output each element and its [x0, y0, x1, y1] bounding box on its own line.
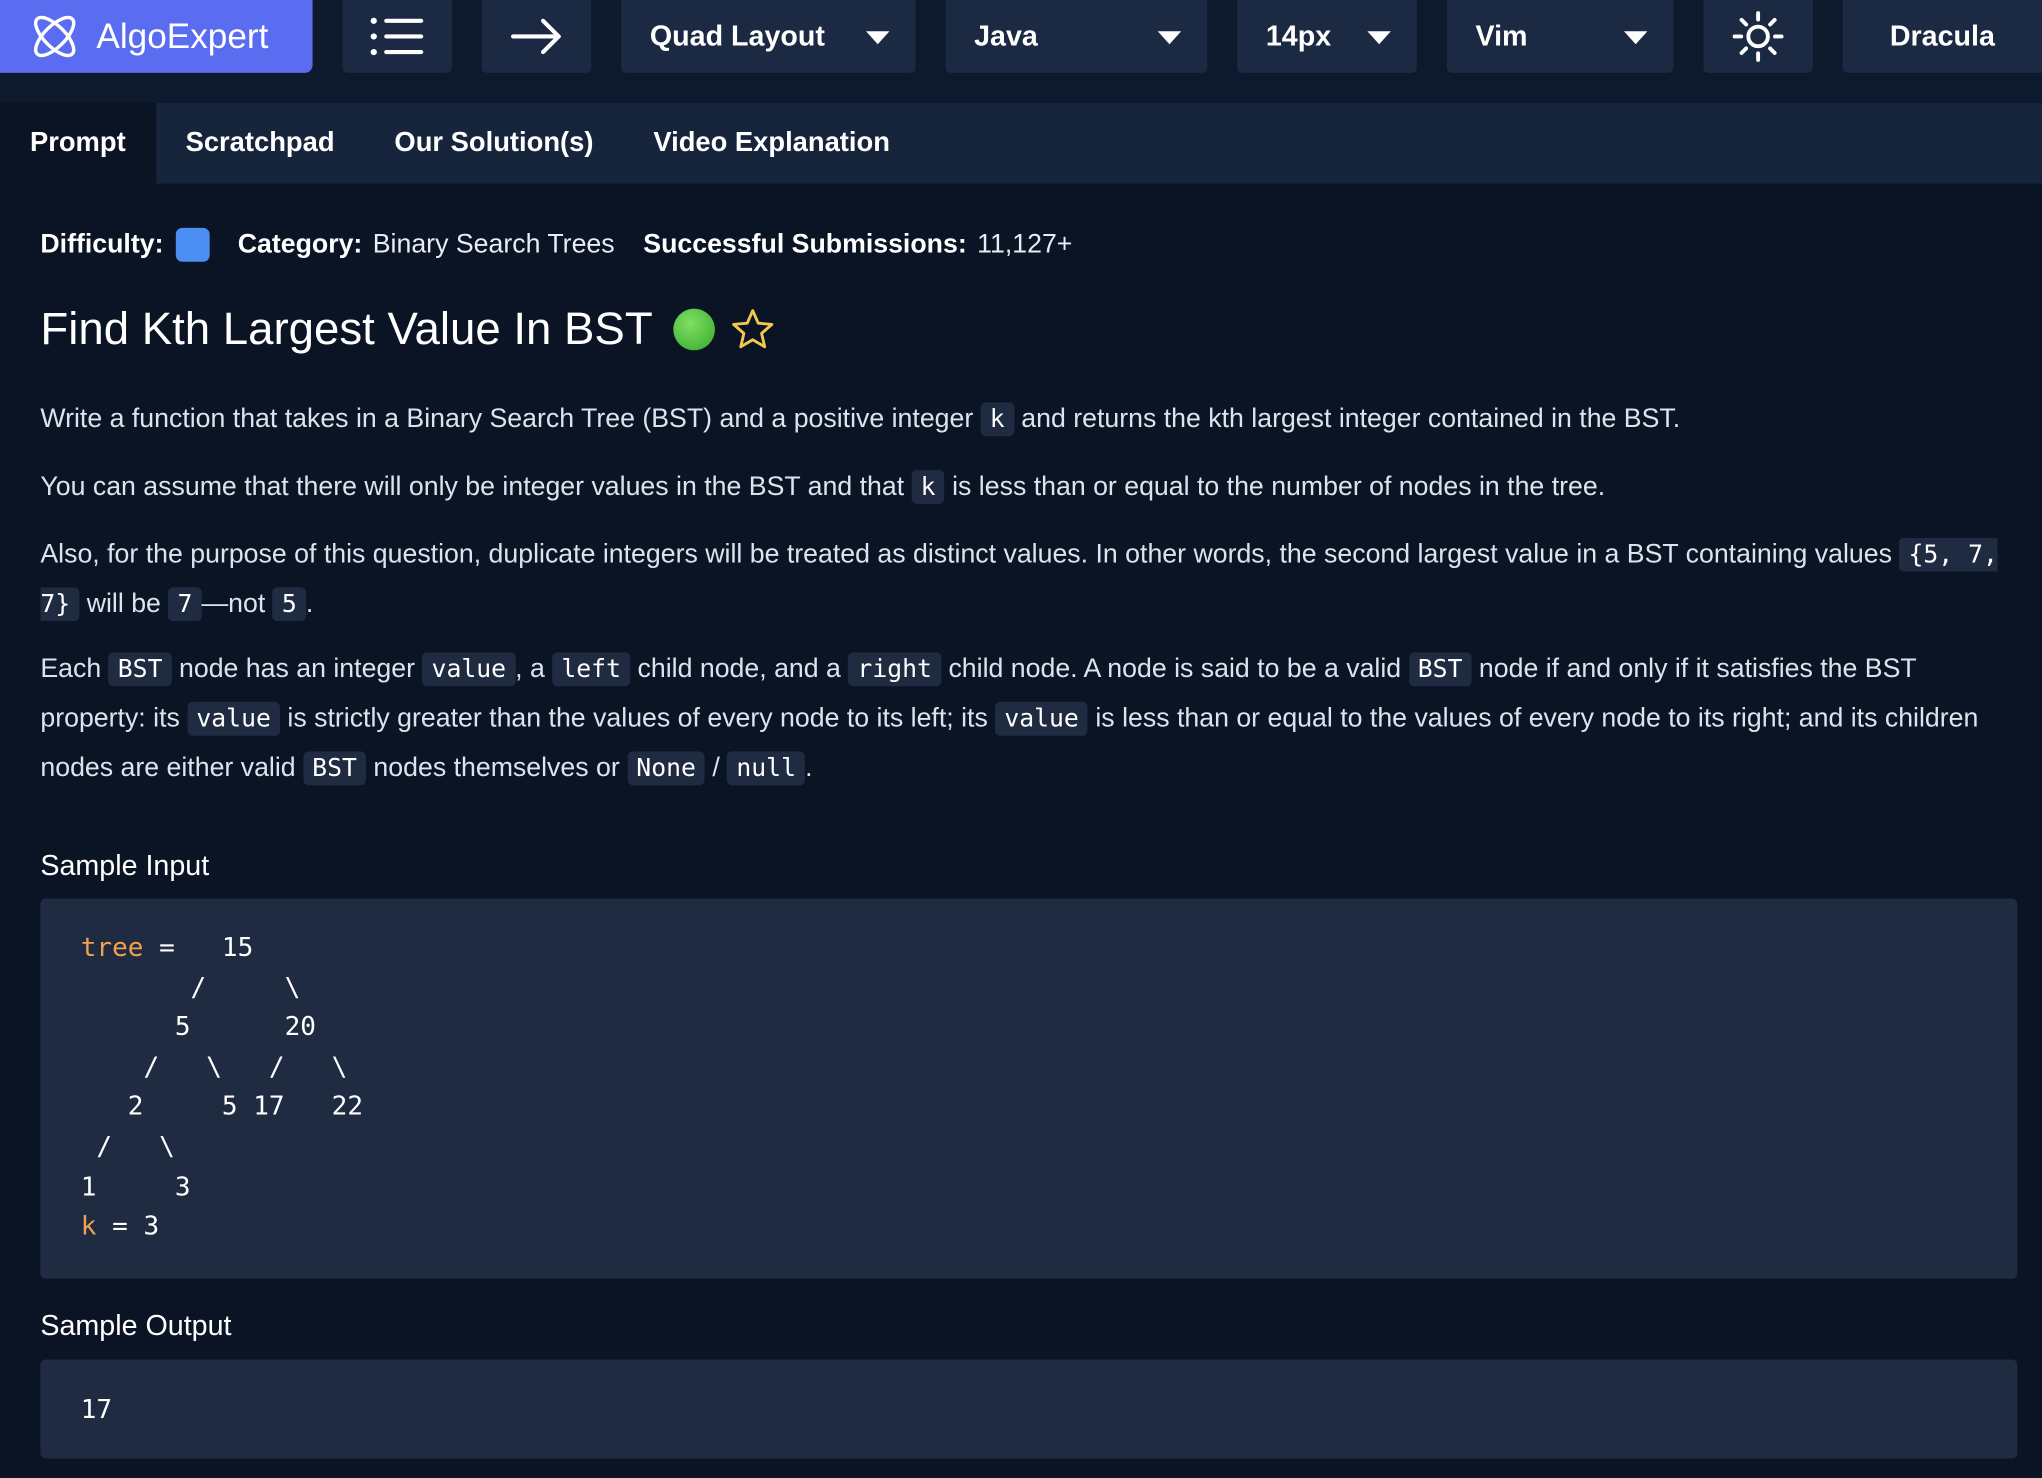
sample-input-heading: Sample Input: [40, 849, 210, 882]
code-line: 2 5 17 22: [80, 1090, 364, 1122]
difficulty-label: Difficulty:: [40, 229, 164, 260]
code-line: / \ / \: [80, 1050, 348, 1082]
keymap-select[interactable]: Vim: [1446, 0, 1674, 73]
text: and returns the kth largest integer cont…: [1013, 403, 1681, 434]
tab-video-explanation[interactable]: Video Explanation: [623, 103, 919, 184]
text: nodes themselves or: [366, 752, 628, 783]
inline-code: k: [911, 470, 945, 504]
algoexpert-logo-icon: [34, 15, 76, 58]
inline-code: left: [552, 652, 631, 687]
tree-variable: tree: [80, 931, 144, 963]
inline-code: BST: [108, 652, 172, 687]
title-row: Find Kth Largest Value In BST: [40, 303, 775, 355]
code-line: / \: [80, 970, 301, 1003]
tab-our-solutions[interactable]: Our Solution(s): [364, 103, 623, 184]
text: is less than or equal to the number of n…: [944, 471, 1606, 502]
chevron-down-icon: [1623, 31, 1648, 45]
text: .: [305, 588, 314, 619]
text: /: [705, 752, 728, 783]
text: child node. A node is said to be a valid: [941, 653, 1409, 684]
completion-status-icon: [673, 308, 716, 351]
sample-output-code: 17: [40, 1359, 2018, 1459]
text: Write a function that takes in a Binary …: [40, 403, 981, 434]
layout-select[interactable]: Quad Layout: [621, 0, 916, 73]
next-question-button[interactable]: [481, 0, 592, 73]
text: Also, for the purpose of this question, …: [40, 539, 1900, 570]
top-toolbar: AlgoExpert Quad Layout Java 14px Vim Dra…: [0, 0, 2042, 103]
text: child node, and a: [630, 653, 849, 684]
chevron-down-icon: [866, 31, 890, 45]
inline-code: value: [422, 652, 516, 687]
theme-toggle-button[interactable]: [1703, 0, 1813, 73]
chevron-down-icon: [1367, 31, 1391, 45]
keymap-select-value: Vim: [1475, 19, 1528, 53]
text: You can assume that there will only be i…: [40, 471, 912, 502]
text: is strictly greater than the values of e…: [279, 703, 996, 734]
inline-code: 5: [272, 587, 306, 622]
k-variable: k: [80, 1209, 97, 1242]
code-line: 1 3: [80, 1170, 191, 1202]
logo-text: AlgoExpert: [96, 16, 269, 56]
menu-list-icon: [370, 17, 424, 56]
prompt-paragraph-2: You can assume that there will only be i…: [40, 462, 2019, 511]
inline-code: BST: [303, 751, 367, 786]
star-icon[interactable]: [731, 307, 775, 351]
text: , a: [515, 653, 553, 684]
text: will be: [79, 588, 169, 619]
inline-code: BST: [1408, 652, 1472, 687]
language-select-value: Java: [974, 19, 1038, 53]
submissions-value: 11,127+: [977, 229, 1073, 260]
code-line: = 3: [96, 1209, 160, 1242]
prompt-paragraph-4: Each BST node has an integer value, a le…: [40, 645, 2019, 793]
code-line: 5 20: [80, 1010, 316, 1043]
tab-bar: Prompt Scratchpad Our Solution(s) Video …: [0, 102, 2042, 184]
code-line: = 15: [143, 931, 254, 963]
difficulty-badge: [175, 227, 210, 262]
text: node has an integer: [171, 653, 423, 684]
tab-prompt[interactable]: Prompt: [0, 102, 156, 184]
chevron-down-icon: [1157, 31, 1182, 45]
output-value: 17: [80, 1393, 113, 1425]
submissions-label: Successful Submissions:: [643, 229, 967, 260]
text: Each: [40, 653, 109, 684]
text: —not: [201, 588, 273, 619]
inline-code: value: [187, 701, 280, 736]
question-title: Find Kth Largest Value In BST: [40, 303, 653, 355]
inline-code: k: [980, 402, 1014, 437]
inline-code: right: [848, 652, 942, 687]
inline-code: null: [727, 751, 806, 786]
prompt-paragraph-3: Also, for the purpose of this question, …: [40, 530, 2019, 629]
language-select[interactable]: Java: [945, 0, 1208, 73]
inline-code: 7: [168, 587, 202, 622]
theme-select-value: Dracula: [1889, 19, 1995, 53]
font-size-select[interactable]: 14px: [1237, 0, 1417, 73]
theme-select[interactable]: Dracula: [1842, 0, 2042, 73]
question-meta: Difficulty: Category: Binary Search Tree…: [40, 227, 1073, 262]
prompt-paragraph-1: Write a function that takes in a Binary …: [40, 395, 2019, 444]
sample-output-heading: Sample Output: [40, 1308, 232, 1342]
menu-button[interactable]: [342, 0, 452, 73]
inline-code: value: [995, 701, 1088, 736]
sun-icon: [1732, 11, 1784, 62]
category-value: Binary Search Trees: [372, 229, 615, 260]
font-size-select-value: 14px: [1265, 19, 1332, 53]
inline-code: None: [627, 751, 706, 786]
code-line: / \: [80, 1130, 175, 1162]
arrow-right-icon: [511, 18, 561, 55]
category-label: Category:: [237, 229, 363, 260]
algoexpert-logo[interactable]: AlgoExpert: [0, 0, 313, 73]
layout-select-value: Quad Layout: [649, 19, 825, 53]
sample-input-code: tree = 15 / \ 5 20 / \ / \ 2 5 17 22 / \…: [40, 898, 2018, 1279]
tab-scratchpad[interactable]: Scratchpad: [156, 103, 365, 184]
text: .: [805, 752, 813, 783]
